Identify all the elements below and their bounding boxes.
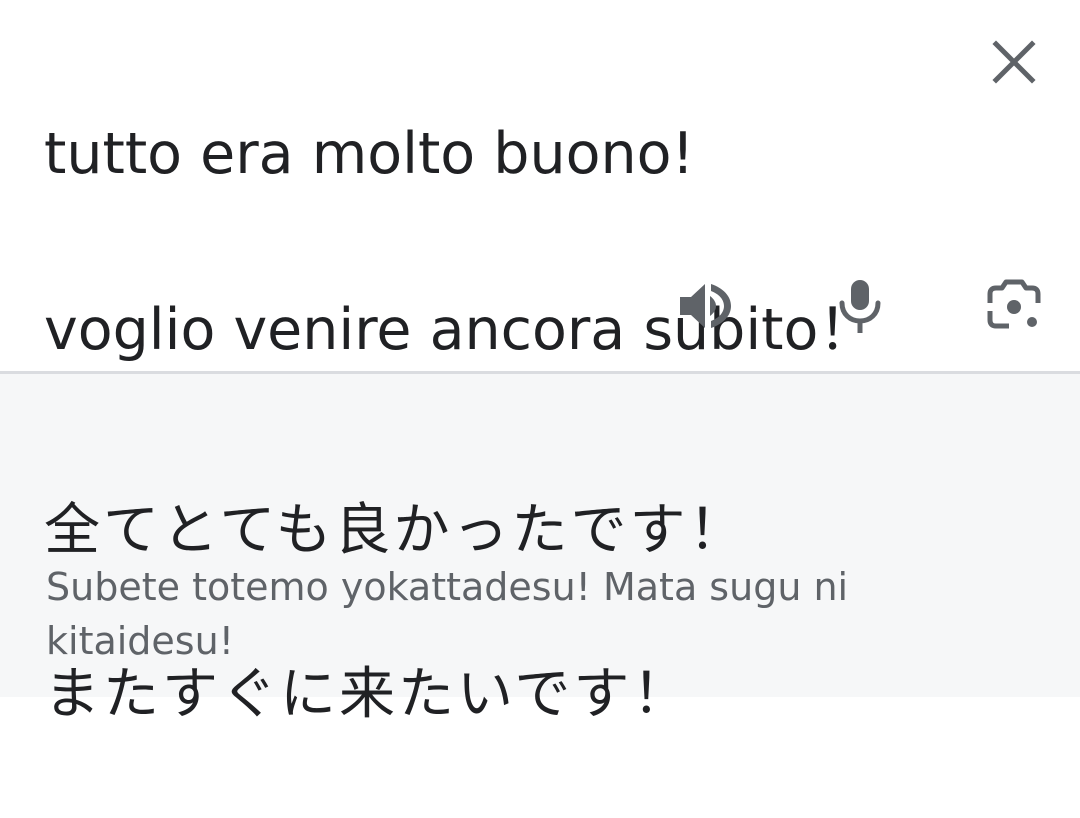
camera-icon (987, 279, 1041, 329)
clear-text-button[interactable] (986, 34, 1042, 90)
speaker-icon (680, 284, 731, 328)
voice-input-button[interactable] (828, 274, 892, 338)
camera-translate-button[interactable] (982, 274, 1046, 338)
source-line-2: voglio venire ancora subito！ (44, 297, 876, 363)
translate-screen: tutto era molto buono! voglio venire anc… (0, 0, 1080, 727)
microphone-icon (839, 280, 881, 333)
romanization-text: Subete totemo yokattadesu! Mata sugu ni … (46, 565, 849, 663)
source-line-1: tutto era molto buono! (44, 121, 695, 187)
translation-panel: 全てとても良かったです！ またすぐに来たいです！ Subete totemo y… (0, 374, 1080, 727)
source-panel: tutto era molto buono! voglio venire anc… (0, 0, 1080, 371)
listen-button[interactable] (674, 274, 738, 338)
close-icon (992, 40, 1036, 84)
